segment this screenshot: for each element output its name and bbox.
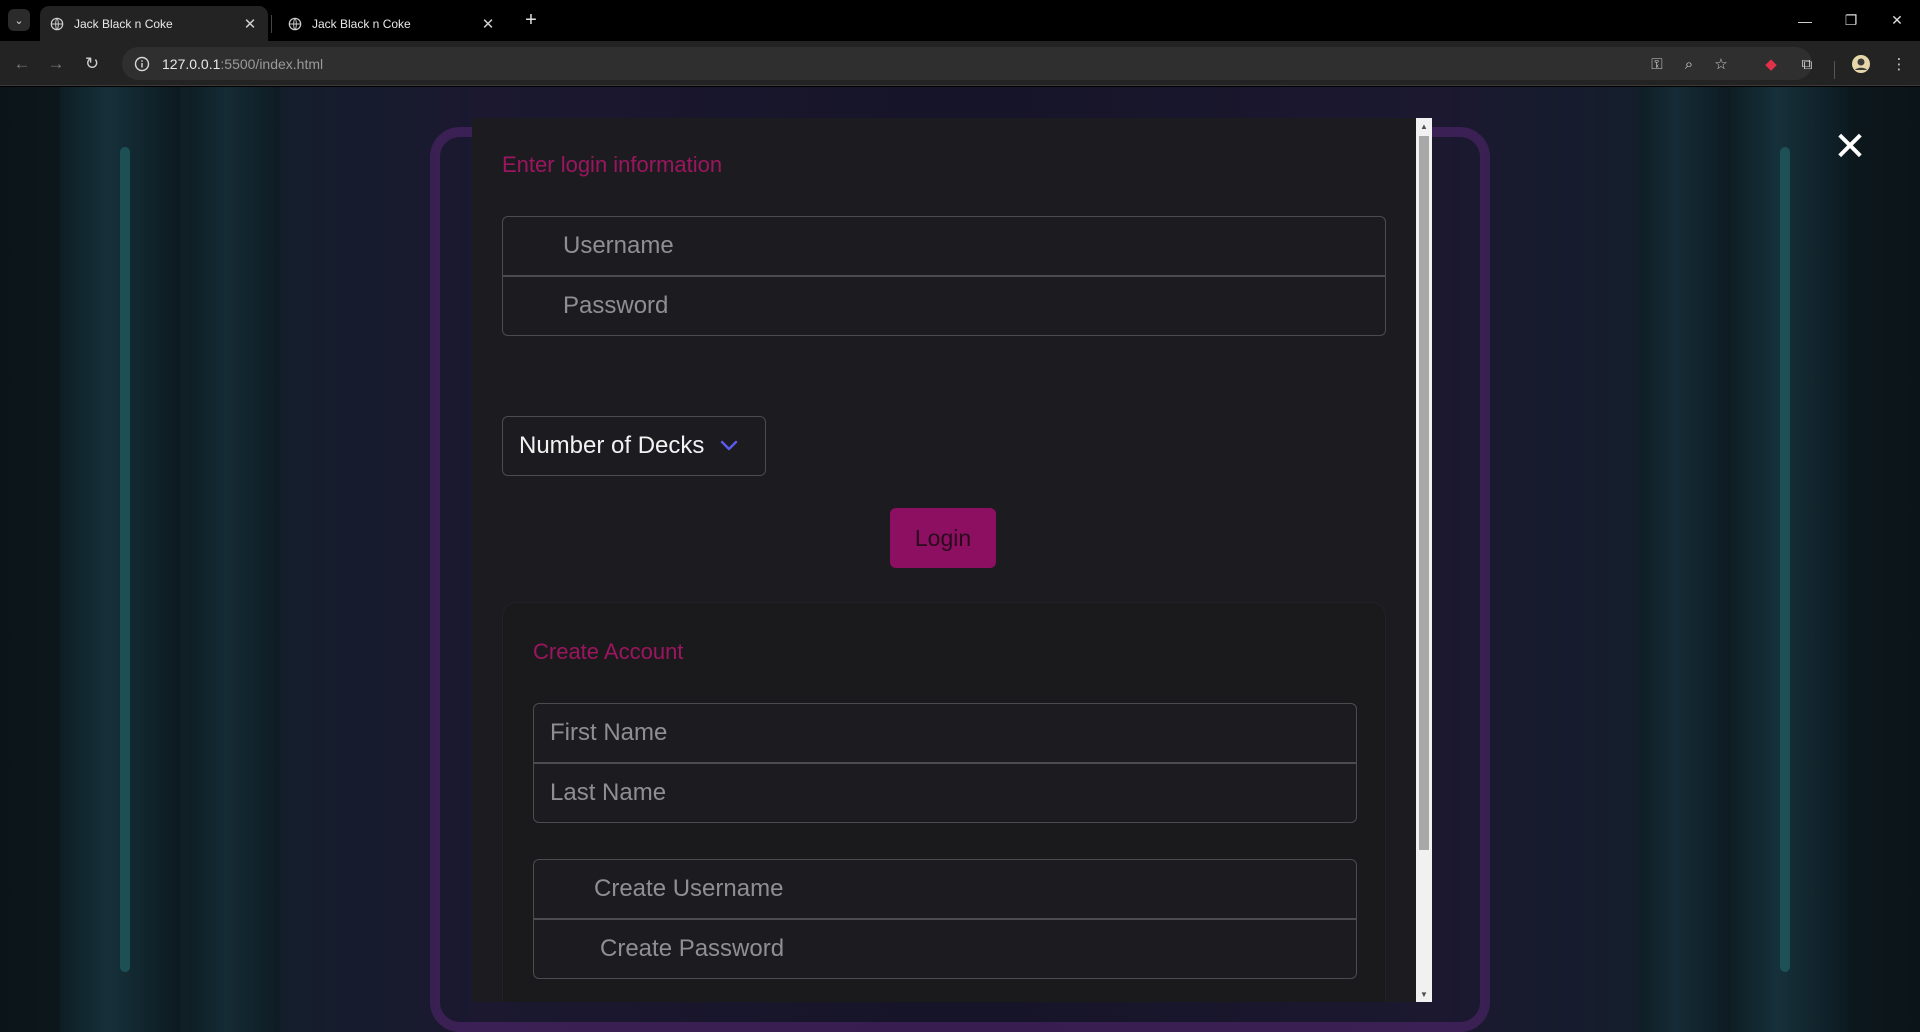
username-input[interactable]: Username: [502, 216, 1386, 276]
create-username-input[interactable]: Create Username: [533, 859, 1357, 919]
last-name-input[interactable]: Last Name: [533, 763, 1357, 823]
browser-menu-icon[interactable]: ⋮: [1888, 53, 1910, 75]
window-close-icon[interactable]: ✕: [1874, 0, 1920, 41]
create-account-heading: Create Account: [533, 639, 684, 664]
decks-select-label: Number of Decks: [519, 432, 705, 459]
tab-search-icon[interactable]: ⌄: [8, 9, 30, 31]
background-pillar: [60, 87, 180, 1032]
new-tab-icon[interactable]: +: [520, 9, 542, 31]
bookmark-star-icon[interactable]: ☆: [1710, 53, 1732, 75]
tab-title: Jack Black n Coke: [312, 16, 411, 31]
minimize-icon[interactable]: —: [1782, 0, 1828, 41]
password-input[interactable]: Password: [502, 276, 1386, 336]
password-key-icon[interactable]: ⚿: [1646, 53, 1668, 75]
background-pillar: [190, 87, 280, 1032]
tab-close-icon[interactable]: ✕: [480, 16, 496, 33]
restore-icon[interactable]: ❐: [1828, 0, 1874, 41]
login-modal: Enter login information Username Passwor…: [472, 118, 1416, 1002]
scroll-up-icon[interactable]: ▲: [1416, 118, 1432, 134]
page-viewport: ✕ Enter login information Username Passw…: [0, 87, 1920, 1032]
toolbar-divider: [1834, 61, 1835, 79]
tab-active[interactable]: Jack Black n Coke ✕: [40, 6, 268, 41]
create-account-card: Create Account First Name Last Name Crea…: [502, 602, 1386, 1002]
extensions-puzzle-icon[interactable]: ⧉: [1796, 53, 1818, 75]
tab-separator: [271, 15, 272, 33]
zoom-icon[interactable]: ⌕: [1678, 53, 1700, 75]
login-button[interactable]: Login: [890, 508, 996, 568]
modal-scrollbar[interactable]: ▲ ▼: [1416, 118, 1432, 1002]
background-pillar: [1730, 87, 1850, 1032]
site-info-icon[interactable]: [134, 56, 150, 72]
chevron-down-icon: [721, 440, 738, 451]
background-pillar: [1640, 87, 1730, 1032]
url-host: 127.0.0.1: [162, 55, 221, 72]
scrollbar-thumb[interactable]: [1419, 136, 1429, 850]
extension-record-icon[interactable]: ◆: [1760, 53, 1782, 75]
profile-avatar-icon[interactable]: [1850, 53, 1872, 75]
last-name-placeholder: Last Name: [550, 779, 667, 806]
globe-icon: [50, 17, 64, 30]
login-heading: Enter login information: [502, 152, 723, 177]
create-password-placeholder: Create Password: [600, 935, 785, 962]
forward-icon[interactable]: →: [44, 52, 68, 76]
tab-title: Jack Black n Coke: [74, 16, 173, 31]
password-placeholder: Password: [563, 292, 669, 319]
back-icon[interactable]: ←: [10, 52, 34, 76]
create-username-placeholder: Create Username: [594, 875, 784, 902]
first-name-input[interactable]: First Name: [533, 703, 1357, 763]
address-bar[interactable]: 127.0.0.1 :5500/index.html: [122, 47, 1812, 80]
reload-icon[interactable]: ↻: [80, 52, 104, 76]
create-password-input[interactable]: Create Password: [533, 919, 1357, 979]
browser-toolbar: ← → ↻ 127.0.0.1 :5500/index.html ⚿ ⌕ ☆ ◆…: [0, 41, 1920, 86]
tab-close-icon[interactable]: ✕: [242, 16, 258, 33]
tab-strip: ⌄ Jack Black n Coke ✕ Jack Black n Coke …: [0, 0, 1920, 41]
tab-inactive[interactable]: Jack Black n Coke ✕: [278, 6, 506, 41]
number-of-decks-select[interactable]: Number of Decks: [502, 416, 766, 476]
url-path: :5500/index.html: [220, 55, 324, 72]
scroll-down-icon[interactable]: ▼: [1416, 986, 1432, 1002]
close-icon[interactable]: ✕: [1828, 125, 1872, 169]
globe-icon: [288, 17, 302, 30]
username-placeholder: Username: [563, 232, 674, 259]
first-name-placeholder: First Name: [550, 719, 668, 746]
